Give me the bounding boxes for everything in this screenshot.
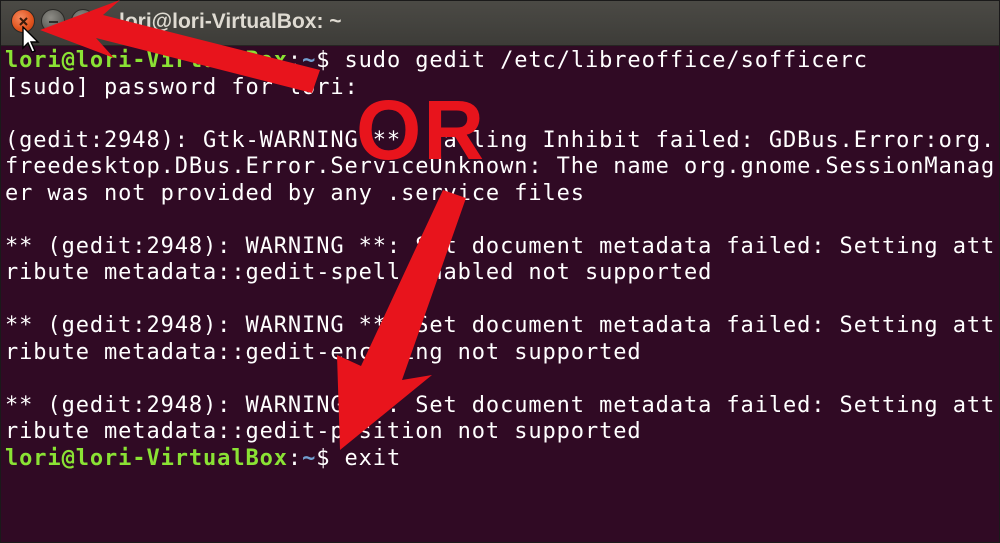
prompt-user: lori@lori-VirtualBox — [5, 48, 288, 73]
maximize-icon — [78, 16, 89, 27]
terminal-line-text: ** (gedit:2948): WARNING **: Set documen… — [5, 392, 996, 418]
terminal-line-text: er was not provided by any .service file… — [5, 180, 585, 206]
terminal-line: ** (gedit:2948): WARNING **: Set documen… — [5, 234, 999, 261]
terminal-output[interactable]: lori@lori-VirtualBox:~$ sudo gedit /etc/… — [5, 48, 999, 472]
terminal-line-text: [sudo] password for lori: — [5, 74, 359, 100]
terminal-line-text: ribute metadata::gedit-spell-enabled not… — [5, 260, 713, 285]
title-bar[interactable]: lori@lori-VirtualBox: ~ — [1, 1, 999, 46]
maximize-button[interactable] — [71, 9, 95, 33]
terminal-line: ribute metadata::gedit-position not supp… — [5, 419, 999, 446]
minimize-icon — [49, 21, 58, 23]
terminal-line-text: ribute metadata::gedit-encoding not supp… — [5, 339, 642, 365]
minimize-button[interactable] — [41, 9, 65, 33]
terminal-line: ** (gedit:2948): WARNING **: Set documen… — [5, 393, 999, 420]
terminal-line: ribute metadata::gedit-spell-enabled not… — [5, 260, 999, 287]
prompt-path: ~ — [302, 48, 317, 73]
terminal-line-text: freedesktop.DBus.Error.ServiceUnknown: T… — [5, 154, 996, 179]
or-annotation: OR — [356, 83, 486, 177]
terminal-line: er was not provided by any .service file… — [5, 181, 999, 208]
terminal-line: ribute metadata::gedit-encoding not supp… — [5, 340, 999, 367]
terminal-line-text: ** (gedit:2948): WARNING **: Set documen… — [5, 313, 996, 338]
terminal-line-text: ribute metadata::gedit-position not supp… — [5, 419, 642, 444]
mouse-cursor-icon — [22, 26, 40, 53]
prompt-user: lori@lori-VirtualBox — [5, 445, 288, 471]
terminal-line: ** (gedit:2948): WARNING **: Set documen… — [5, 313, 999, 340]
terminal-line-text: sudo gedit /etc/libreoffice/sofficerc — [344, 48, 868, 73]
terminal-line-text: exit — [344, 445, 402, 471]
window-title: lori@lori-VirtualBox: ~ — [119, 10, 342, 33]
terminal-line-text: ** (gedit:2948): WARNING **: Set documen… — [5, 233, 996, 259]
prompt-colon: : — [287, 445, 303, 471]
terminal-line: freedesktop.DBus.Error.ServiceUnknown: T… — [5, 154, 999, 181]
prompt-colon: : — [287, 48, 303, 73]
terminal-line: [sudo] password for lori: — [5, 75, 999, 102]
terminal-line: lori@lori-VirtualBox:~$ exit — [5, 446, 999, 473]
terminal-line: (gedit:2948): Gtk-WARNING **: Calling In… — [5, 128, 999, 155]
terminal-line-text: (gedit:2948): Gtk-WARNING **: Calling In… — [5, 127, 996, 153]
prompt-path: ~ — [302, 445, 317, 471]
prompt-symbol: $ — [316, 48, 345, 73]
terminal-line: lori@lori-VirtualBox:~$ sudo gedit /etc/… — [5, 48, 999, 75]
terminal-window: lori@lori-VirtualBox: ~ lori@lori-Virtua… — [0, 0, 1000, 543]
prompt-symbol: $ — [316, 445, 345, 471]
